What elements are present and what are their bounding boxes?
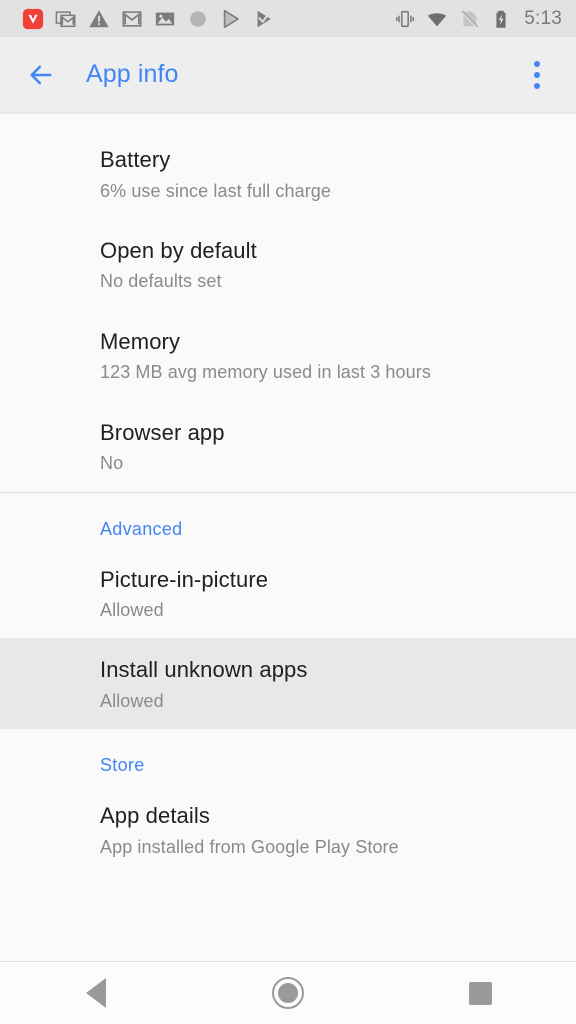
more-vert-icon-dot-3	[534, 82, 540, 89]
pref-subtitle: No	[100, 453, 124, 474]
gmail-stack-icon	[55, 10, 76, 27]
status-bar-notification-icons	[22, 8, 394, 30]
nav-home-icon	[272, 977, 304, 1009]
pref-row-browser-app[interactable]: Browser app No	[0, 401, 576, 492]
photo-icon	[155, 12, 175, 25]
pref-subtitle: App installed from Google Play Store	[100, 836, 399, 857]
system-navigation-bar	[0, 961, 576, 1024]
section-header-advanced: Advanced	[100, 518, 183, 539]
vivaldi-icon	[22, 8, 44, 29]
pref-title: Install unknown apps	[100, 657, 308, 683]
settings-group-general: Battery 6% use since last full charge Op…	[0, 112, 576, 492]
nav-recents-button[interactable]	[432, 962, 528, 1024]
status-bar-system-icons: 5:13	[394, 8, 562, 30]
nav-recents-icon	[468, 981, 492, 1005]
pref-title: Memory	[100, 328, 181, 354]
pref-subtitle: Allowed	[100, 600, 164, 621]
settings-group-advanced: Advanced Picture-in-picture Allowed Inst…	[0, 493, 576, 730]
pref-title: Open by default	[100, 237, 257, 263]
pref-row-battery[interactable]: Battery 6% use since last full charge	[0, 128, 576, 219]
vibrate-icon	[396, 10, 415, 27]
pref-subtitle: 6% use since last full charge	[100, 180, 332, 201]
pref-row-picture-in-picture[interactable]: Picture-in-picture Allowed	[0, 548, 576, 639]
settings-group-store: Store App details App installed from Goo…	[0, 729, 576, 875]
battery-charging-icon	[496, 10, 506, 28]
pref-row-install-unknown-apps[interactable]: Install unknown apps Allowed	[0, 638, 576, 730]
status-bar-clock: 5:13	[524, 7, 562, 29]
status-bar: 5:13	[0, 0, 576, 37]
pref-row-open-by-default[interactable]: Open by default No defaults set	[0, 219, 576, 310]
play-store-icon	[223, 9, 239, 28]
gmail-icon	[122, 10, 142, 27]
phone-screen: 5:13 App info Battery 6% use since last …	[0, 0, 576, 1024]
back-button[interactable]	[20, 54, 62, 96]
nav-back-icon	[86, 978, 106, 1008]
circle-icon	[190, 10, 206, 27]
nav-back-button[interactable]	[48, 962, 144, 1024]
no-sim-icon	[460, 9, 479, 28]
app-bar: App info	[0, 37, 576, 112]
pref-subtitle: No defaults set	[100, 271, 222, 292]
section-header-store: Store	[100, 755, 145, 776]
pref-subtitle: Allowed	[100, 691, 164, 712]
warning-triangle-icon	[89, 9, 109, 27]
pref-title: App details	[100, 803, 210, 829]
settings-list[interactable]: Battery 6% use since last full charge Op…	[0, 112, 576, 1024]
pref-title: Picture-in-picture	[100, 566, 269, 592]
nav-home-button[interactable]	[240, 962, 336, 1024]
pref-row-app-details[interactable]: App details App installed from Google Pl…	[0, 784, 576, 875]
arrow-back-icon	[30, 65, 52, 84]
pref-subtitle: 123 MB avg memory used in last 3 hours	[100, 362, 431, 383]
pref-row-memory[interactable]: Memory 123 MB avg memory used in last 3 …	[0, 310, 576, 401]
more-vert-icon-dot-2	[534, 71, 540, 78]
page-title: App info	[86, 60, 179, 88]
overflow-menu-button[interactable]	[516, 54, 558, 96]
pref-title: Battery	[100, 147, 171, 172]
wifi-icon	[428, 12, 447, 26]
pref-title: Browser app	[100, 419, 225, 445]
play-check-icon	[257, 10, 271, 27]
more-vert-icon-dot-1	[534, 60, 540, 67]
